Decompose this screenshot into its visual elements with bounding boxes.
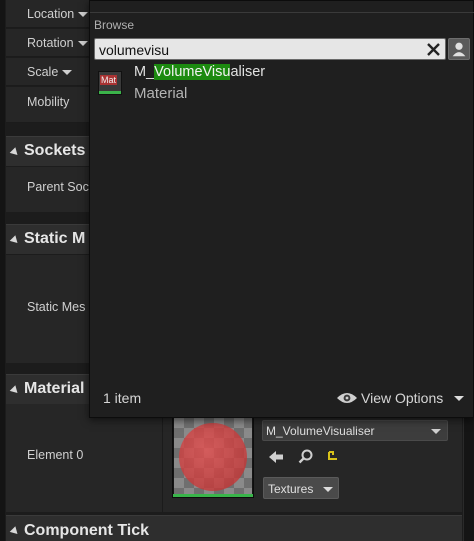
materials-title: Material <box>24 380 85 397</box>
static-mesh-title: Static M <box>24 230 86 247</box>
collapse-arrow-icon <box>9 235 21 246</box>
search-icon[interactable] <box>297 448 315 466</box>
material-thumbnail[interactable] <box>172 416 254 498</box>
asset-name-suffix: aliser <box>230 64 266 80</box>
asset-name-prefix: M_ <box>134 64 155 80</box>
user-icon <box>452 42 466 57</box>
view-options-button[interactable]: View Options <box>336 387 468 409</box>
asset-type-bar <box>173 494 253 497</box>
collapse-arrow-icon <box>9 385 21 396</box>
search-match-highlight: VolumeVisu <box>154 64 231 80</box>
thumbnail-preview <box>174 418 252 496</box>
static-mesh-label: Static Mes <box>27 300 86 314</box>
chevron-down-icon <box>62 70 73 76</box>
material-asset-combo[interactable]: M_VolumeVisualiser <box>262 420 448 441</box>
filter-user-button[interactable] <box>448 38 470 60</box>
asset-result-item[interactable]: Mat M_VolumeVisualiser Material <box>94 63 470 107</box>
scale-dropdown[interactable]: Scale <box>27 65 73 79</box>
asset-result-type: Material <box>134 85 188 102</box>
panel-left-edge <box>0 0 5 541</box>
back-arrow-icon[interactable] <box>267 448 285 466</box>
rotation-label: Rotation <box>27 36 74 50</box>
material-asset-value: M_VolumeVisualiser <box>266 424 375 438</box>
chevron-down-icon <box>77 41 88 47</box>
asset-result-name: M_VolumeVisualiser <box>134 64 265 80</box>
asset-type-bar <box>99 91 121 94</box>
reset-icon[interactable] <box>324 448 342 466</box>
category-component-tick[interactable]: Component Tick <box>6 515 462 541</box>
parent-socket-label: Parent Soc <box>27 180 89 194</box>
component-tick-title: Component Tick <box>24 522 150 539</box>
sockets-title: Sockets <box>24 142 86 159</box>
mobility-label: Mobility <box>27 95 70 109</box>
asset-search-input[interactable] <box>99 41 419 58</box>
browse-label: Browse <box>94 18 135 32</box>
collapse-arrow-icon <box>9 526 21 537</box>
clear-icon[interactable] <box>425 41 442 58</box>
material-sphere-preview <box>179 423 247 491</box>
chevron-down-icon <box>454 396 464 401</box>
textures-label: Textures <box>268 482 314 496</box>
item-count: 1 item <box>103 390 142 406</box>
material-icon-label: Mat <box>100 75 118 85</box>
popup-divider <box>90 12 474 13</box>
element-0-label: Element 0 <box>27 448 84 462</box>
location-dropdown[interactable]: Location <box>27 7 89 21</box>
browse-asset-popup: Browse Mat M_VolumeVisualiser Material 1… <box>89 0 474 418</box>
asset-search-box <box>94 38 446 60</box>
location-label: Location <box>27 7 75 21</box>
view-options-label: View Options <box>361 390 444 406</box>
eye-icon <box>337 393 357 403</box>
rotation-dropdown[interactable]: Rotation <box>27 36 88 50</box>
chevron-down-icon <box>323 487 333 492</box>
chevron-down-icon <box>431 429 441 434</box>
textures-button[interactable]: Textures <box>263 477 339 499</box>
scale-label: Scale <box>27 65 59 79</box>
collapse-arrow-icon <box>9 147 21 158</box>
material-icon: Mat <box>98 71 122 95</box>
chevron-down-icon <box>78 12 89 18</box>
